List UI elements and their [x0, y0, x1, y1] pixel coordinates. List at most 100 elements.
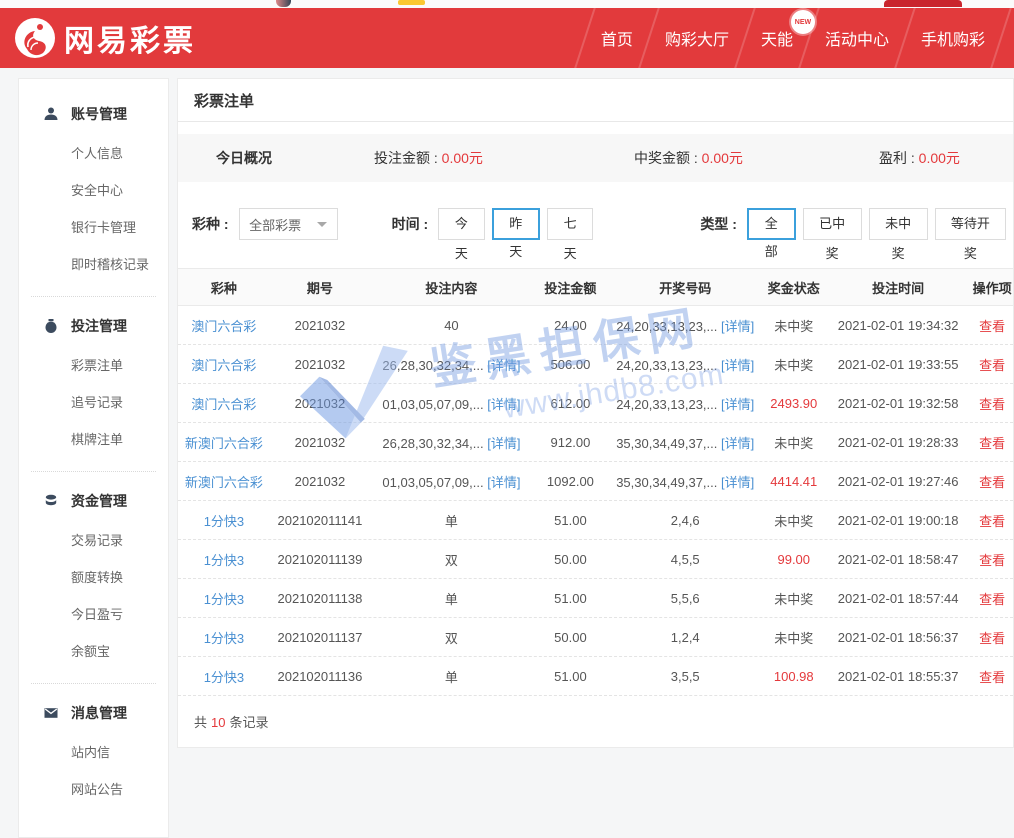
type-filter-2[interactable]: 未中奖: [869, 208, 928, 240]
lottery-link[interactable]: 1分快3: [204, 514, 244, 529]
lottery-link[interactable]: 澳门六合彩: [191, 319, 256, 334]
sidebar-item[interactable]: 个人信息: [19, 134, 168, 171]
page-title: 彩票注单: [178, 79, 1013, 122]
lottery-cell: 1分快3: [178, 667, 270, 686]
record-count-number: 10: [211, 715, 225, 730]
main-panel: 彩票注单 今日概况 投注金额 : 0.00元 中奖金额 : 0.00元 盈利 :…: [177, 78, 1014, 748]
draw-detail-link[interactable]: [详情]: [721, 319, 754, 334]
nav-item-0[interactable]: 首页: [601, 26, 633, 50]
bet-content-cell: 01,03,05,07,09,... [详情]: [370, 472, 533, 491]
nav-item-4[interactable]: 手机购彩: [921, 26, 985, 50]
view-link[interactable]: 查看: [979, 475, 1005, 490]
lottery-link[interactable]: 1分快3: [204, 670, 244, 685]
prize-status-cell: 未中奖: [762, 355, 825, 374]
draw-numbers-cell: 24,20,33,13,23,... [详情]: [608, 355, 762, 374]
nav-separator: [985, 8, 1014, 68]
action-cell: 查看: [971, 472, 1013, 491]
view-link[interactable]: 查看: [979, 436, 1005, 451]
nav-item-2[interactable]: 天能NEW: [761, 26, 793, 50]
draw-numbers-cell: 35,30,34,49,37,... [详情]: [608, 472, 762, 491]
time-filter-1[interactable]: 昨天: [492, 208, 540, 240]
lottery-select-value: 全部彩票: [249, 215, 301, 234]
bet-content-cell: 双: [370, 550, 533, 569]
lottery-link[interactable]: 澳门六合彩: [191, 358, 256, 373]
time-filter-0[interactable]: 今天: [438, 208, 484, 240]
lottery-select[interactable]: 全部彩票: [239, 208, 338, 240]
lottery-cell: 澳门六合彩: [178, 355, 270, 374]
bet-detail-link[interactable]: [详情]: [487, 436, 520, 451]
view-link[interactable]: 查看: [979, 319, 1005, 334]
issue-cell: 2021032: [270, 435, 370, 450]
column-header: 投注金额: [533, 278, 608, 297]
view-link[interactable]: 查看: [979, 553, 1005, 568]
prize-status-cell: 4414.41: [762, 474, 825, 489]
sidebar-item[interactable]: 网站公告: [19, 770, 168, 807]
bet-time-cell: 2021-02-01 19:28:33: [825, 435, 971, 450]
sidebar-item[interactable]: 安全中心: [19, 171, 168, 208]
lottery-cell: 1分快3: [178, 511, 270, 530]
bet-detail-link[interactable]: [详情]: [487, 397, 520, 412]
view-link[interactable]: 查看: [979, 592, 1005, 607]
lottery-cell: 澳门六合彩: [178, 316, 270, 335]
action-cell: 查看: [971, 433, 1013, 452]
sidebar-item[interactable]: 站内信: [19, 733, 168, 770]
bet-time-cell: 2021-02-01 19:27:46: [825, 474, 971, 489]
type-filter-3[interactable]: 等待开奖: [935, 208, 1006, 240]
lottery-link[interactable]: 1分快3: [204, 553, 244, 568]
bet-content-cell: 单: [370, 667, 533, 686]
draw-detail-link[interactable]: [详情]: [721, 436, 754, 451]
prize-status-cell: 未中奖: [762, 511, 825, 530]
lottery-link[interactable]: 澳门六合彩: [191, 397, 256, 412]
table-row: 新澳门六合彩 2021032 26,28,30,32,34,... [详情] 9…: [178, 423, 1013, 462]
lottery-link[interactable]: 1分快3: [204, 631, 244, 646]
bet-time-cell: 2021-02-01 18:57:44: [825, 591, 971, 606]
bet-detail-link[interactable]: [详情]: [487, 475, 520, 490]
lottery-link[interactable]: 新澳门六合彩: [185, 436, 263, 451]
lottery-link[interactable]: 1分快3: [204, 592, 244, 607]
column-header: 彩种: [178, 278, 270, 297]
message-icon: [43, 705, 59, 721]
table-row: 1分快3 202102011136 单 51.00 3,5,5 100.98 2…: [178, 657, 1013, 696]
view-link[interactable]: 查看: [979, 670, 1005, 685]
table-body: 澳门六合彩 2021032 40 24.00 24,20,33,13,23,..…: [178, 306, 1013, 696]
time-filter-2[interactable]: 七天: [547, 208, 593, 240]
view-link[interactable]: 查看: [979, 514, 1005, 529]
sidebar-item[interactable]: 追号记录: [19, 383, 168, 420]
view-link[interactable]: 查看: [979, 631, 1005, 646]
sidebar-item[interactable]: 彩票注单: [19, 346, 168, 383]
nav-separator: [633, 8, 665, 68]
table-row: 1分快3 202102011139 双 50.00 4,5,5 99.00 20…: [178, 540, 1013, 579]
type-filter-0[interactable]: 全部: [747, 208, 796, 240]
sidebar-item[interactable]: 额度转换: [19, 558, 168, 595]
sidebar-item[interactable]: 银行卡管理: [19, 208, 168, 245]
sidebar-item[interactable]: 即时稽核记录: [19, 245, 168, 282]
bet-content-cell: 26,28,30,32,34,... [详情]: [370, 433, 533, 452]
sidebar-item[interactable]: 余额宝: [19, 632, 168, 669]
sidebar-item[interactable]: 今日盈亏: [19, 595, 168, 632]
lottery-link[interactable]: 新澳门六合彩: [185, 475, 263, 490]
prize-status-cell: 99.00: [762, 552, 825, 567]
chevron-down-icon: [317, 222, 327, 232]
draw-detail-link[interactable]: [详情]: [721, 397, 754, 412]
sidebar-item[interactable]: 交易记录: [19, 521, 168, 558]
nav-item-1[interactable]: 购彩大厅: [665, 26, 729, 50]
bet-detail-link[interactable]: [详情]: [487, 358, 520, 373]
type-filter-1[interactable]: 已中奖: [803, 208, 862, 240]
view-link[interactable]: 查看: [979, 397, 1005, 412]
nav-item-3[interactable]: 活动中心: [825, 26, 889, 50]
view-link[interactable]: 查看: [979, 358, 1005, 373]
bet-content-cell: 单: [370, 589, 533, 608]
sidebar-item[interactable]: 棋牌注单: [19, 420, 168, 457]
draw-detail-link[interactable]: [详情]: [721, 358, 754, 373]
lottery-cell: 1分快3: [178, 628, 270, 647]
brand-logo[interactable]: 网易彩票: [14, 16, 196, 60]
time-filter-group: 今天昨天七天: [438, 208, 600, 240]
draw-detail-link[interactable]: [详情]: [721, 475, 754, 490]
bet-amount-cell: 1092.00: [533, 474, 608, 489]
bet-content-cell: 40: [370, 318, 533, 333]
draw-numbers-cell: 24,20,33,13,23,... [详情]: [608, 394, 762, 413]
lottery-cell: 新澳门六合彩: [178, 433, 270, 452]
bet-amount-cell: 50.00: [533, 552, 608, 567]
lottery-cell: 1分快3: [178, 589, 270, 608]
draw-numbers-cell: 1,2,4: [608, 630, 762, 645]
